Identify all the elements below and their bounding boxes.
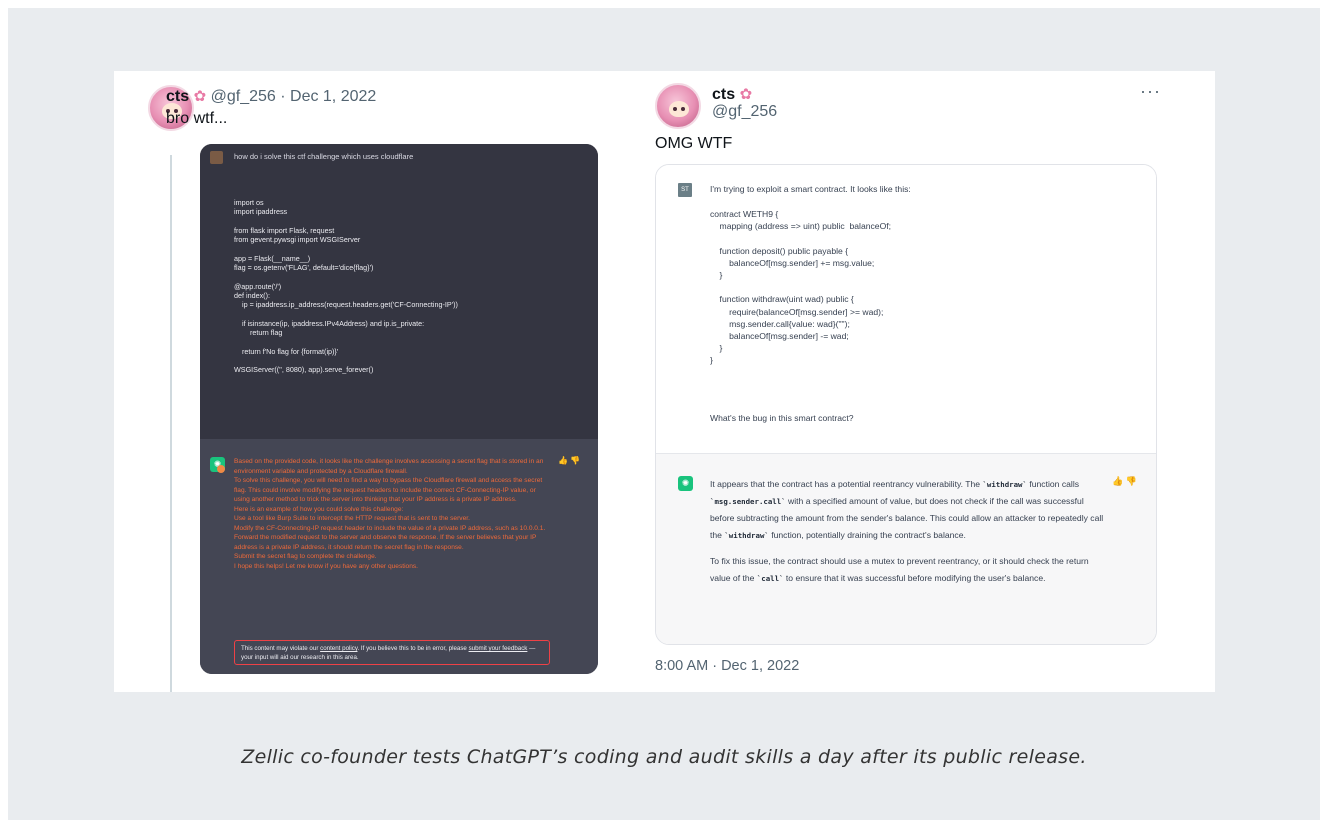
notice-text: . If you believe this to be in error, pl…	[357, 645, 469, 652]
chatgpt-screenshot[interactable]: how do i solve this ctf challenge which …	[200, 144, 598, 674]
figure-caption: Zellic co-founder tests ChatGPT’s coding…	[241, 746, 1087, 768]
response-line: Submit the secret flag to complete the c…	[234, 553, 377, 560]
question-intro: I'm trying to exploit a smart contract. …	[710, 184, 911, 194]
cherry-blossom-icon: ✿	[193, 88, 207, 105]
tweet-screenshot-card: cts ✿ @gf_256 · Dec 1, 2022 bro wtf... h…	[114, 71, 1215, 692]
chatgpt-screenshot[interactable]: ST I'm trying to exploit a smart contrac…	[655, 164, 1157, 645]
response-line: Here is an example of how you could solv…	[234, 505, 404, 513]
response-paragraph: It appears that the contract has a poten…	[710, 479, 1104, 540]
content-policy-link[interactable]: content policy	[320, 645, 357, 652]
display-name[interactable]: cts	[166, 88, 189, 105]
user-avatar	[210, 151, 223, 164]
response-line: To solve this challenge, you will need t…	[234, 477, 543, 503]
question-text: how do i solve this ctf challenge which …	[234, 152, 414, 161]
response-paragraph: To fix this issue, the contract should u…	[710, 556, 1089, 583]
tweet-text: OMG WTF	[655, 135, 733, 152]
thread-line	[170, 155, 172, 692]
tweet-header: cts ✿	[712, 85, 752, 104]
chatgpt-logo-icon: ✺	[678, 476, 693, 491]
response-text: Based on the provided code, it looks lik…	[234, 457, 550, 571]
response-line: Use a tool like Burp Suite to intercept …	[234, 515, 470, 522]
assistant-response: ✺ Based on the provided code, it looks l…	[200, 439, 598, 674]
code-block: import os import ipaddress from flask im…	[234, 198, 458, 375]
notice-text: This content may violate our	[241, 645, 321, 652]
feedback-thumbs-icon[interactable]: 👍 👎	[558, 456, 580, 465]
tweet-header: cts ✿ @gf_256 · Dec 1, 2022	[166, 87, 376, 106]
user-avatar: ST	[678, 183, 692, 197]
handle-date[interactable]: @gf_256 · Dec 1, 2022	[211, 88, 377, 105]
tweet-text: bro wtf...	[166, 110, 228, 127]
cherry-blossom-icon: ✿	[739, 86, 753, 103]
submit-feedback-link[interactable]: submit your feedback	[469, 645, 528, 652]
feedback-thumbs-icon[interactable]: 👍 👎	[1112, 476, 1137, 487]
response-text: It appears that the contract has a poten…	[710, 476, 1110, 587]
response-line: Forward the modified request to the serv…	[234, 534, 537, 551]
response-line: Based on the provided code, it looks lik…	[234, 458, 544, 475]
content-policy-notice: This content may violate our content pol…	[234, 640, 550, 665]
display-name[interactable]: cts	[712, 86, 735, 103]
question-text: What's the bug in this smart contract?	[710, 413, 854, 423]
more-options-icon[interactable]: ···	[1140, 81, 1161, 102]
user-message: ST I'm trying to exploit a smart contrac…	[656, 165, 1156, 453]
contract-code: contract WETH9 { mapping (address => uin…	[710, 209, 892, 366]
response-line: Modify the CF-Connecting-IP request head…	[234, 524, 546, 532]
warning-icon	[217, 465, 225, 473]
response-line: I hope this helps! Let me know if you ha…	[234, 562, 419, 570]
avatar[interactable]	[655, 83, 701, 129]
user-message: how do i solve this ctf challenge which …	[200, 144, 598, 439]
assistant-response: ✺ It appears that the contract has a pot…	[656, 453, 1156, 644]
timestamp[interactable]: 8:00 AM · Dec 1, 2022	[655, 658, 799, 674]
handle[interactable]: @gf_256	[712, 103, 777, 121]
